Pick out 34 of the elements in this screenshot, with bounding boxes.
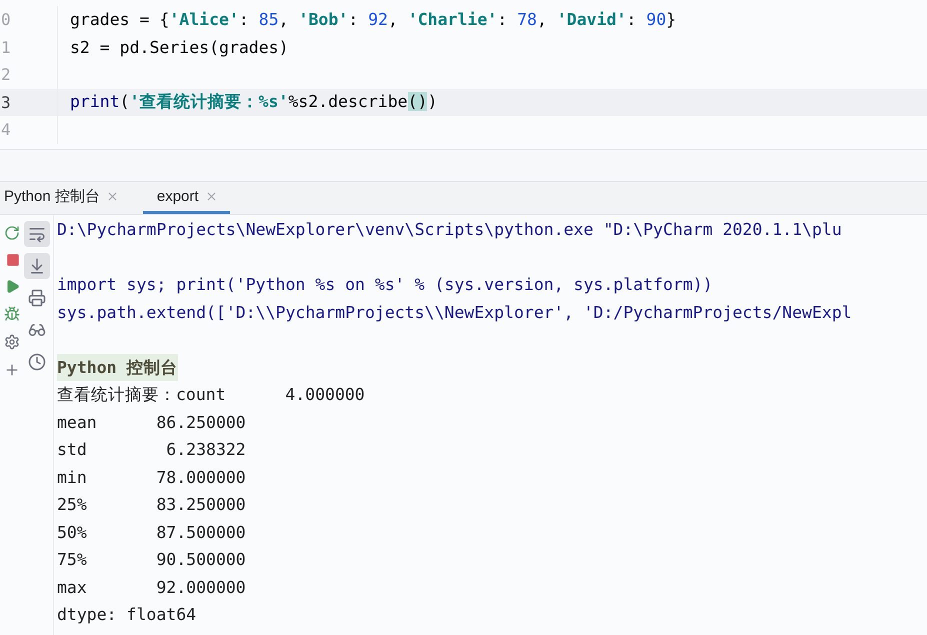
wrap-icon: [28, 225, 46, 243]
console-line: 50% 87.500000: [57, 522, 247, 544]
code-line: s2 = pd.Series(grades): [69, 38, 289, 57]
line-number: 0: [1, 10, 11, 30]
console-header: Python 控制台: [57, 354, 178, 381]
printer-icon: [28, 289, 46, 307]
rerun-icon[interactable]: [4, 225, 20, 241]
console-line: D:\PycharmProjects\NewExplorer\venv\Scripts\python.exe "D:\PyCharm 2020.1.1\plu: [57, 219, 843, 241]
line-number: 1: [1, 38, 11, 57]
settings-icon[interactable]: [4, 334, 20, 350]
code-line: grades = {'Alice': 85, 'Bob': 92, 'Charlie': 78, 'David': 90}: [69, 10, 676, 30]
console-line: sys.path.extend(['D:\\PycharmProjects\\NewExplorer', 'D:/PycharmProjects/NewExpl: [57, 302, 852, 324]
console-line: mean 86.250000: [57, 412, 247, 434]
console-line: std 6.238322: [57, 439, 247, 461]
console-line: dtype: float64: [57, 604, 198, 626]
toolbar-button[interactable]: [24, 221, 50, 247]
line-number: 4: [1, 120, 11, 140]
toolbar-button[interactable]: [24, 253, 50, 279]
console-line: max 92.000000: [57, 576, 247, 598]
plus-icon[interactable]: [4, 362, 20, 378]
line-number: 2: [1, 65, 11, 84]
console-line: 25% 83.250000: [57, 494, 247, 516]
console-line: 查看统计摘要：count 4.000000: [57, 384, 366, 406]
console-line: import sys; print('Python %s on %s' % (sys.version, sys.platform)): [57, 274, 714, 296]
run-icon[interactable]: [5, 279, 20, 294]
line-number: 3: [1, 92, 11, 112]
console-tab[interactable]: Python 控制台: [0, 182, 131, 214]
bug-icon[interactable]: [4, 306, 20, 322]
console-line: 75% 90.500000: [57, 549, 247, 571]
clock-icon: [28, 353, 46, 371]
stop-icon[interactable]: [6, 253, 20, 267]
code-line: print('查看统计摘要：%s'%s2.describe()): [69, 91, 438, 114]
console-line: min 78.000000: [57, 466, 247, 488]
glasses-icon: [28, 321, 46, 339]
